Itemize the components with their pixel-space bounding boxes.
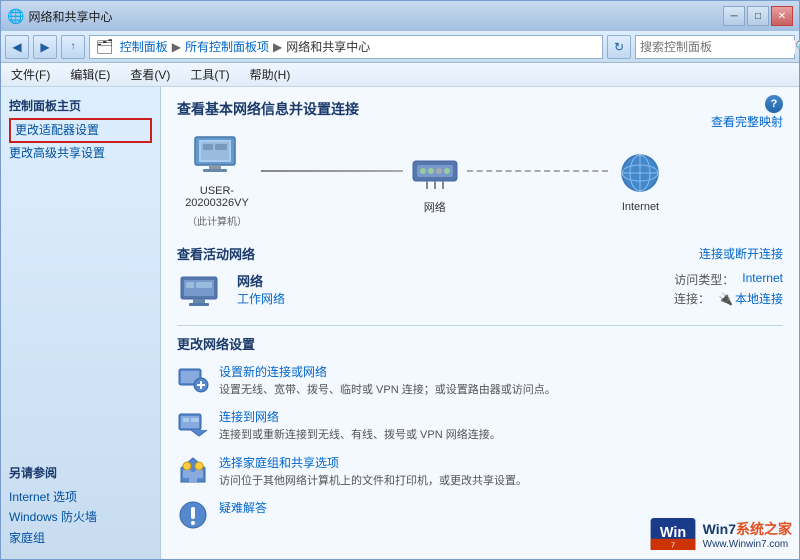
net-label-network: 网络 <box>424 199 446 215</box>
active-network-title: 查看活动网络 <box>177 244 255 263</box>
svg-text:7: 7 <box>671 541 675 550</box>
net-sublabel-computer: （此计算机） <box>187 213 247 228</box>
setting-item-connect: 连接到网络 连接到或重新连接到无线、有线、拨号或 VPN 网络连接。 <box>177 408 783 443</box>
sidebar-link-firewall[interactable]: Windows 防火墙 <box>9 507 152 528</box>
net-label-internet: Internet <box>622 201 659 213</box>
close-button[interactable]: ✕ <box>771 6 793 26</box>
new-connection-icon <box>177 363 209 395</box>
menu-help[interactable]: 帮助(H) <box>246 64 295 85</box>
network-diagram: USER-20200326VY （此计算机） <box>177 133 783 228</box>
active-net-type[interactable]: 工作网络 <box>237 290 662 307</box>
menu-edit[interactable]: 编辑(E) <box>66 64 114 85</box>
access-label: 访问类型： <box>674 271 734 288</box>
homegroup-icon <box>177 454 209 486</box>
up-button[interactable]: ↑ <box>61 35 85 59</box>
troubleshoot-link[interactable]: 疑难解答 <box>219 499 783 516</box>
sidebar-link-sharing[interactable]: 更改高级共享设置 <box>9 143 152 164</box>
connection-label: 连接： <box>674 290 710 307</box>
connect-icon <box>177 408 209 440</box>
connection-value[interactable]: 本地连接 <box>735 290 783 307</box>
new-connection-text: 设置新的连接或网络 设置无线、宽带、拨号、临时或 VPN 连接；或设置路由器或访… <box>219 363 783 398</box>
menu-bar: 文件(F) 编辑(E) 查看(V) 工具(T) 帮助(H) <box>1 63 799 87</box>
search-bar: 🔍 <box>635 35 795 59</box>
net-node-network: 网络 <box>407 147 463 215</box>
watermark-line1: Win7系统之家 <box>703 519 792 539</box>
svg-text:Win: Win <box>660 525 686 541</box>
sidebar-link-homegroup[interactable]: 家庭组 <box>9 528 152 549</box>
breadcrumb-current: 网络和共享中心 <box>286 38 370 55</box>
breadcrumb-all-items[interactable]: 所有控制面板项 <box>185 38 269 55</box>
sidebar-bottom: 另请参阅 Internet 选项 Windows 防火墙 家庭组 <box>9 464 152 549</box>
title-controls: ─ □ ✕ <box>723 6 793 26</box>
title-bar: 🌐 网络和共享中心 ─ □ ✕ <box>1 1 799 31</box>
new-connection-link[interactable]: 设置新的连接或网络 <box>219 363 783 380</box>
access-type-row: 访问类型： Internet <box>674 271 783 288</box>
sidebar-link-internet-options[interactable]: Internet 选项 <box>9 487 152 508</box>
forward-button[interactable]: ▶ <box>33 35 57 59</box>
active-network-header: 查看活动网络 连接或断开连接 <box>177 244 783 263</box>
help-icon[interactable]: ? <box>765 95 783 113</box>
watermark: Win 7 Win7系统之家 Www.Winwin7.com <box>649 516 792 552</box>
breadcrumb-control-panel[interactable]: 控制面板 <box>120 38 168 55</box>
active-net-name: 网络 <box>237 271 662 290</box>
net-label-computer: USER-20200326VY <box>177 185 257 209</box>
active-net-info: 网络 工作网络 <box>237 271 662 307</box>
sidebar-link-adapter[interactable]: 更改适配器设置 <box>9 118 152 143</box>
connect-text: 连接到网络 连接到或重新连接到无线、有线、拨号或 VPN 网络连接。 <box>219 408 783 443</box>
section-title: 查看基本网络信息并设置连接 <box>177 99 783 119</box>
watermark-text: Win7系统之家 Www.Winwin7.com <box>703 519 792 550</box>
setting-item-homegroup: 选择家庭组和共享选项 访问位于其他网络计算机上的文件和打印机，或更改共享设置。 <box>177 454 783 489</box>
maximize-button[interactable]: □ <box>747 6 769 26</box>
net-node-computer: USER-20200326VY （此计算机） <box>177 133 257 228</box>
connection-row: 连接： 🔌 本地连接 <box>674 290 783 307</box>
homegroup-link[interactable]: 选择家庭组和共享选项 <box>219 454 783 471</box>
menu-view[interactable]: 查看(V) <box>126 64 174 85</box>
net-line-1 <box>261 170 403 172</box>
connect-desc: 连接到或重新连接到无线、有线、拨号或 VPN 网络连接。 <box>219 429 501 441</box>
net-node-internet: Internet <box>612 149 668 213</box>
watermark-line2: Www.Winwin7.com <box>703 539 792 550</box>
setting-item-new-connection: 设置新的连接或网络 设置无线、宽带、拨号、临时或 VPN 连接；或设置路由器或访… <box>177 363 783 398</box>
sidebar-section-title: 控制面板主页 <box>9 97 152 114</box>
troubleshoot-icon <box>177 499 209 531</box>
divider-1 <box>177 325 783 326</box>
active-network-icon <box>177 271 225 311</box>
search-icon[interactable]: 🔍 <box>795 40 800 54</box>
active-network-content: 网络 工作网络 访问类型： Internet 连接： 🔌 本地连接 <box>177 271 783 311</box>
address-bar: ◀ ▶ ↑ 🗂 控制面板 ▶ 所有控制面板项 ▶ 网络和共享中心 ↻ 🔍 <box>1 31 799 63</box>
connect-link[interactable]: 连接到网络 <box>219 408 783 425</box>
active-net-details: 访问类型： Internet 连接： 🔌 本地连接 <box>674 271 783 309</box>
window-title: 网络和共享中心 <box>28 8 112 25</box>
menu-tools[interactable]: 工具(T) <box>186 64 233 85</box>
breadcrumb-bar: 🗂 控制面板 ▶ 所有控制面板项 ▶ 网络和共享中心 <box>89 35 603 59</box>
back-button[interactable]: ◀ <box>5 35 29 59</box>
change-settings-title: 更改网络设置 <box>177 334 783 353</box>
connection-icon: 🔌 <box>718 292 733 306</box>
view-full-map-link[interactable]: 查看完整映射 <box>711 113 783 130</box>
connect-disconnect-link[interactable]: 连接或断开连接 <box>699 245 783 262</box>
homegroup-desc: 访问位于其他网络计算机上的文件和打印机，或更改共享设置。 <box>219 475 527 487</box>
right-panel: ? 查看基本网络信息并设置连接 <box>161 87 799 559</box>
net-line-2 <box>467 170 609 172</box>
access-value: Internet <box>742 271 783 288</box>
watermark-logo-icon: Win 7 <box>649 516 697 552</box>
computer-icon <box>189 133 245 181</box>
menu-file[interactable]: 文件(F) <box>7 64 54 85</box>
new-connection-desc: 设置无线、宽带、拨号、临时或 VPN 连接；或设置路由器或访问点。 <box>219 384 556 396</box>
main-content: 控制面板主页 更改适配器设置 更改高级共享设置 另请参阅 Internet 选项… <box>1 87 799 559</box>
network-icon <box>407 147 463 195</box>
refresh-button[interactable]: ↻ <box>607 35 631 59</box>
sidebar: 控制面板主页 更改适配器设置 更改高级共享设置 另请参阅 Internet 选项… <box>1 87 161 559</box>
sidebar-bottom-title: 另请参阅 <box>9 464 152 481</box>
internet-icon <box>612 149 668 197</box>
title-bar-left: 🌐 网络和共享中心 <box>7 8 112 25</box>
minimize-button[interactable]: ─ <box>723 6 745 26</box>
search-input[interactable] <box>640 40 795 54</box>
main-window: 🌐 网络和共享中心 ─ □ ✕ ◀ ▶ ↑ 🗂 控制面板 ▶ 所有控制面板项 ▶… <box>0 0 800 560</box>
homegroup-text: 选择家庭组和共享选项 访问位于其他网络计算机上的文件和打印机，或更改共享设置。 <box>219 454 783 489</box>
